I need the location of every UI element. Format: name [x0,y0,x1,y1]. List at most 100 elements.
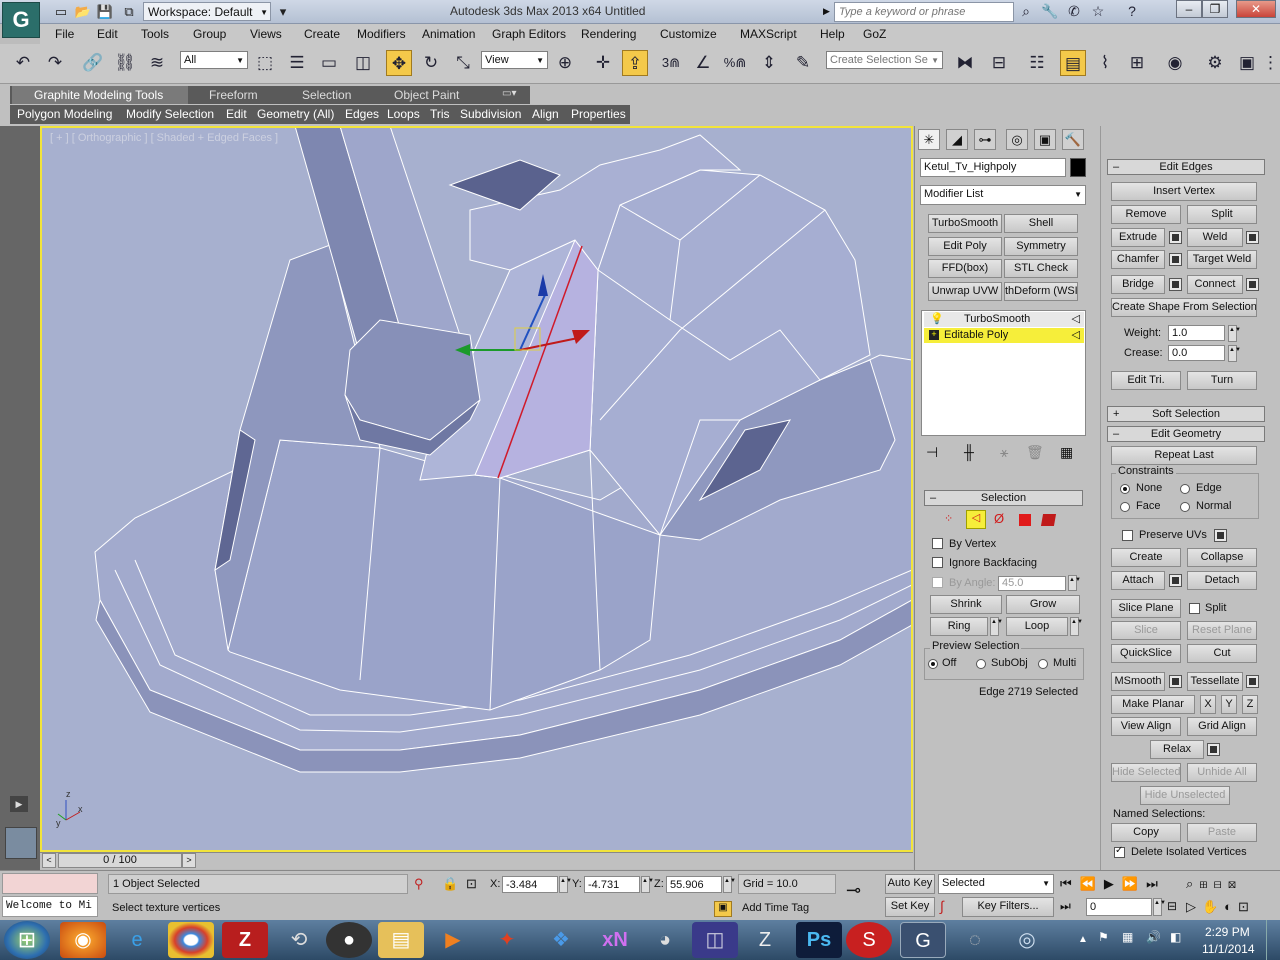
preserve-uvs-settings-icon[interactable] [1214,529,1227,542]
scale-icon[interactable]: ⤡ [450,50,476,76]
show-desktop-button[interactable] [1266,920,1280,960]
viewport-nav-bottom[interactable]: ▷✋◐⊡ [1186,899,1255,915]
ribbon-tris[interactable]: Tris [430,107,450,121]
unlink-icon[interactable]: ⛓ [112,50,138,76]
menu-help[interactable]: Help [820,27,845,41]
key-mode-dropdown[interactable]: Selected ▼ [938,874,1054,894]
workspace-dropdown[interactable]: Workspace: Default ▼ [143,2,271,21]
object-name-field[interactable]: Ketul_Tv_Highpoly [920,158,1066,177]
view-align-button[interactable]: View Align [1111,717,1181,736]
menu-modifiers[interactable]: Modifiers [357,27,406,41]
configure-modifier-sets-icon[interactable]: ▦ [1060,444,1073,461]
key-filters-button[interactable]: Key Filters... [962,897,1054,917]
rectangular-selection-icon[interactable]: ▭ [316,50,342,76]
grow-button[interactable]: Grow [1006,595,1080,614]
chrome-icon[interactable] [168,922,214,958]
ribbon-edges[interactable]: Edges [345,107,379,121]
msmooth-settings-icon[interactable] [1169,675,1182,688]
link-icon[interactable]: 🔗 [80,50,106,76]
planar-y-button[interactable]: Y [1221,695,1237,714]
constraint-face-radio[interactable] [1120,502,1130,512]
remove-modifier-icon[interactable]: 🗑 [1026,444,1044,461]
weight-field[interactable]: 1.0 [1168,325,1225,341]
element-level-icon[interactable] [1040,514,1057,526]
menu-views[interactable]: Views [250,27,282,41]
time-tag-icon[interactable]: ▣ [714,901,732,917]
ribbon-properties[interactable]: Properties [571,107,626,121]
mirror-icon[interactable]: ⧓ [952,50,978,76]
constraint-normal-radio[interactable] [1180,502,1190,512]
modifier-symmetry-button[interactable]: Symmetry [1004,237,1078,256]
crease-field[interactable]: 0.0 [1168,345,1225,361]
favorites-star-icon[interactable]: ☆ [1088,3,1108,21]
hide-selected-button[interactable]: Hide Selected [1111,763,1181,782]
select-manipulate-icon[interactable]: ✛ [590,50,616,76]
xnview-icon[interactable]: xN [592,922,638,958]
planar-x-button[interactable]: X [1200,695,1216,714]
auto-key-button[interactable]: Auto Key [885,874,935,894]
pivot-center-icon[interactable]: ⊕ [552,50,578,76]
detach-button[interactable]: Detach [1187,571,1257,590]
z-coord-spinner[interactable]: ▲▼ [723,876,736,893]
loop-spinner[interactable]: ▲▼ [1070,617,1083,636]
curve-key-icon[interactable]: ∫ [940,898,944,914]
modifier-edit-poly-button[interactable]: Edit Poly [928,237,1002,256]
select-object-icon[interactable]: ⬚ [252,50,278,76]
unhide-all-button[interactable]: Unhide All [1187,763,1257,782]
tray-expand-icon[interactable]: ▲ [1078,934,1088,945]
time-config-icon[interactable]: ⊟ [1167,899,1177,913]
photoshop-icon[interactable]: Ps [796,922,842,958]
stack-item-turbosmooth[interactable]: 💡 TurboSmooth ◁ [924,312,1084,327]
maxscript-listener-pink[interactable] [2,873,98,894]
selection-filter-dropdown[interactable]: All ▼ [180,51,248,69]
render-frame-icon[interactable]: ▣ [1234,50,1260,76]
preserve-uvs-checkbox[interactable] [1122,530,1133,541]
constraint-edge-radio[interactable] [1180,484,1190,494]
menu-rendering[interactable]: Rendering [581,27,636,41]
undo-icon[interactable]: ↶ [10,50,36,76]
ribbon-tab-freeform[interactable]: Freeform [209,88,258,102]
modifier-shell-button[interactable]: Shell [1004,214,1078,233]
set-key-button[interactable]: Set Key [885,897,935,917]
save-icon[interactable]: 💾 [96,3,114,20]
minimize-button[interactable]: – [1176,0,1202,18]
crease-spinner[interactable]: ▲▼ [1228,345,1241,362]
polygon-level-icon[interactable] [1019,514,1031,526]
material-editor-icon[interactable]: ◉ [1162,50,1188,76]
extrude-button[interactable]: Extrude [1111,228,1165,247]
create-button[interactable]: Create [1111,548,1181,567]
tray-network-icon[interactable]: ▦ [1122,930,1133,944]
window-crossing-icon[interactable]: ◫ [350,50,376,76]
menu-edit[interactable]: Edit [97,27,118,41]
firefox-icon[interactable]: ◉ [60,922,106,958]
time-slider-next-icon[interactable]: > [182,853,196,868]
ribbon-tab-object-paint[interactable]: Object Paint [394,88,459,102]
cut-button[interactable]: Cut [1187,644,1257,663]
modifier-unwrap-uvw-button[interactable]: Unwrap UVW [928,282,1002,301]
paste-button[interactable]: Paste [1187,823,1257,842]
show-end-result-icon[interactable]: ╫ [964,444,974,460]
ignore-backfacing-checkbox[interactable] [932,557,943,568]
isolate-selection-icon[interactable]: ⚲ [414,876,424,892]
ribbon-loops[interactable]: Loops [387,107,420,121]
curve-editor-icon[interactable]: ⌇ [1092,50,1118,76]
ring-spinner[interactable]: ▲▼ [990,617,1003,636]
pin-stack-icon[interactable]: ⊣ [926,444,938,461]
absolute-offset-icon[interactable]: ⊡ [466,876,477,892]
help-icon[interactable]: ? [1122,3,1142,21]
expand-plus-icon[interactable]: + [929,330,939,340]
connect-settings-icon[interactable] [1246,278,1259,291]
preview-subobj-radio[interactable] [976,659,986,669]
chamfer-settings-icon[interactable] [1169,253,1182,266]
delete-isolated-checkbox[interactable] [1114,845,1125,858]
viewport-orthographic[interactable]: z x y [40,126,913,852]
app-icon[interactable]: ◫ [692,922,738,958]
redo-icon[interactable]: ↷ [42,50,68,76]
schematic-view-icon[interactable]: ⊞ [1124,50,1150,76]
angle-snap-icon[interactable]: ∠ [690,50,716,76]
app-icon[interactable]: ✦ [484,922,530,958]
ring-button[interactable]: Ring [930,617,988,636]
remove-button[interactable]: Remove [1111,205,1181,224]
subscription-icon[interactable]: 🔧 [1040,3,1060,21]
percent-snap-icon[interactable]: %⋒ [722,50,748,76]
